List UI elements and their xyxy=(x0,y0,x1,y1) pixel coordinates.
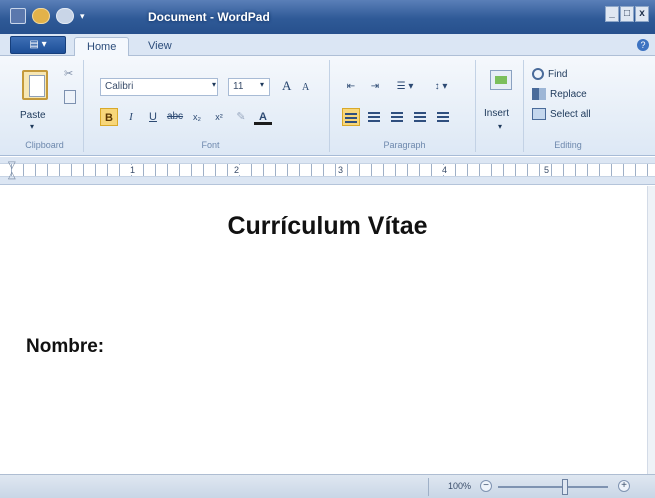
zoom-level: 100% xyxy=(448,481,472,491)
name-field-label[interactable]: Nombre: xyxy=(26,336,104,358)
clipboard-group: Paste ▾ ✂ Clipboard xyxy=(6,60,84,152)
decrease-indent-icon[interactable]: ⇤ xyxy=(342,78,360,96)
insert-dropdown[interactable]: ▾ xyxy=(498,122,502,131)
maximize-button[interactable]: □ xyxy=(620,6,634,22)
copy-icon[interactable] xyxy=(64,90,76,104)
chevron-down-icon[interactable]: ▾ xyxy=(260,80,264,89)
bold-button[interactable]: B xyxy=(100,108,118,126)
document-title[interactable]: Currículum Vítae xyxy=(0,212,655,241)
font-group: Calibri ▾ 11 ▾ A A B I U abc x₂ x² ✎ A F… xyxy=(92,60,330,152)
minimize-button[interactable]: _ xyxy=(605,6,619,22)
undo-icon[interactable] xyxy=(32,8,50,24)
ruler[interactable]: ▽ △ 1 2 3 4 5 xyxy=(0,157,655,185)
highlight-icon[interactable]: ✎ xyxy=(232,108,250,126)
ruler-mark: 3 xyxy=(336,165,346,175)
align-right-icon[interactable] xyxy=(388,108,406,126)
strikethrough-button[interactable]: abc xyxy=(166,108,184,126)
find-label: Find xyxy=(548,68,568,80)
replace-label: Replace xyxy=(550,88,587,100)
document-area[interactable]: Currículum Vítae Nombre: xyxy=(0,186,655,474)
zoom-slider-track[interactable] xyxy=(498,486,608,488)
justify-icon[interactable] xyxy=(411,108,429,126)
cut-icon[interactable]: ✂ xyxy=(64,68,74,80)
ruler-mark: 2 xyxy=(232,165,242,175)
paste-button[interactable]: Paste xyxy=(20,110,46,121)
close-button[interactable]: x xyxy=(635,6,649,22)
replace-button[interactable]: Replace xyxy=(532,88,587,100)
editing-group-label: Editing xyxy=(554,140,582,150)
subscript-button[interactable]: x₂ xyxy=(188,108,206,126)
select-all-button[interactable]: Select all xyxy=(532,108,591,120)
paragraph-row-top: ⇤ ⇥ ☰ ▾ ↕ ▾ xyxy=(342,78,456,96)
text-color-button[interactable]: A xyxy=(254,109,272,125)
paragraph-row-bottom xyxy=(342,108,452,126)
zoom-slider-thumb[interactable] xyxy=(562,479,568,495)
clipboard-group-label: Clipboard xyxy=(25,140,64,150)
paste-icon[interactable] xyxy=(22,70,48,100)
select-all-icon xyxy=(532,108,546,120)
chevron-down-icon[interactable]: ▾ xyxy=(212,80,216,89)
ruler-mark: 4 xyxy=(440,165,450,175)
window-controls: _ □ x xyxy=(605,6,649,22)
font-group-label: Font xyxy=(201,140,220,150)
font-family-select[interactable]: Calibri xyxy=(100,78,218,96)
increase-indent-icon[interactable]: ⇥ xyxy=(366,78,384,96)
zoom-in-button[interactable]: + xyxy=(618,480,630,492)
window-title: Document - WordPad xyxy=(148,10,270,24)
tab-home[interactable]: Home xyxy=(74,37,130,57)
ruler-mark: 1 xyxy=(128,165,138,175)
superscript-button[interactable]: x² xyxy=(210,108,228,126)
insert-button[interactable]: Insert xyxy=(484,108,509,119)
ribbon: Paste ▾ ✂ Clipboard Calibri ▾ 11 ▾ A A B… xyxy=(0,56,655,156)
zoom-out-button[interactable]: − xyxy=(480,480,492,492)
indent-marker-icon[interactable]: ▽ △ xyxy=(8,161,18,181)
paragraph-dialog-icon[interactable] xyxy=(434,108,452,126)
font-format-row: B I U abc x₂ x² ✎ A xyxy=(100,108,272,126)
find-icon xyxy=(532,68,544,80)
italic-button[interactable]: I xyxy=(122,108,140,126)
insert-group: Insert ▾ xyxy=(480,60,524,152)
redo-icon[interactable] xyxy=(56,8,74,24)
ruler-mark: 5 xyxy=(542,165,552,175)
find-button[interactable]: Find xyxy=(532,68,567,80)
list-button[interactable]: ☰ ▾ xyxy=(390,78,420,96)
select-all-label: Select all xyxy=(550,108,591,120)
paragraph-group-label: Paragraph xyxy=(383,140,426,150)
ruler-strip xyxy=(0,163,655,177)
title-bar: ▾ Document - WordPad _ □ x xyxy=(0,0,655,34)
help-icon[interactable]: ? xyxy=(637,39,649,51)
paste-dropdown[interactable]: ▾ xyxy=(30,122,34,131)
quick-access-toolbar: ▾ xyxy=(10,8,90,24)
paragraph-group: ⇤ ⇥ ☰ ▾ ↕ ▾ Paragraph xyxy=(334,60,476,152)
status-divider xyxy=(428,478,429,496)
picture-icon[interactable] xyxy=(490,70,512,90)
status-bar: 100% − + xyxy=(0,474,655,498)
shrink-font-button[interactable]: A xyxy=(302,82,309,93)
editing-group: Find Replace Select all Editing xyxy=(528,60,608,152)
save-icon[interactable] xyxy=(10,8,26,24)
tab-view[interactable]: View xyxy=(136,37,184,57)
underline-button[interactable]: U xyxy=(144,108,162,126)
vertical-scrollbar[interactable] xyxy=(647,186,655,474)
replace-icon xyxy=(532,88,546,100)
grow-font-button[interactable]: A xyxy=(282,78,291,94)
align-left-icon[interactable] xyxy=(342,108,360,126)
align-center-icon[interactable] xyxy=(365,108,383,126)
line-spacing-button[interactable]: ↕ ▾ xyxy=(426,78,456,96)
app-menu-button[interactable]: ▤ ▾ xyxy=(10,36,66,54)
customize-qat-button[interactable]: ▾ xyxy=(80,8,90,24)
ribbon-tab-row: ▤ ▾ Home View ? xyxy=(0,34,655,57)
